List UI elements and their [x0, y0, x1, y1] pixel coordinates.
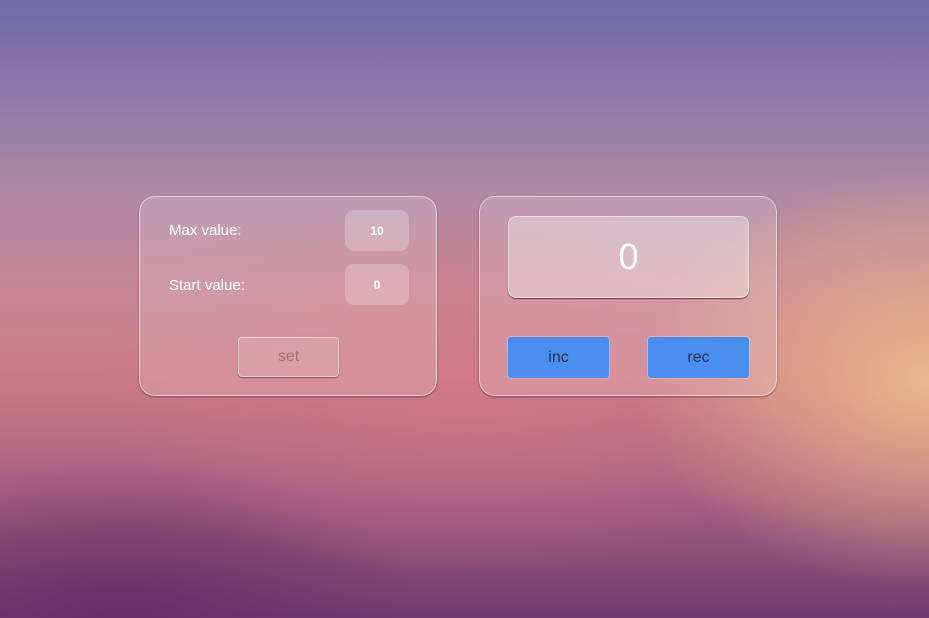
rec-button[interactable]: rec [648, 337, 749, 378]
set-button[interactable]: set [238, 337, 339, 377]
counter-display: 0 [508, 216, 749, 298]
start-value-input[interactable] [345, 264, 409, 305]
start-value-label: Start value: [169, 277, 245, 294]
max-value-label: Max value: [169, 222, 242, 239]
counter-panel: 0 inc rec [479, 196, 777, 396]
settings-panel: Max value: Start value: set [139, 196, 437, 396]
max-value-input[interactable] [345, 210, 409, 251]
inc-button[interactable]: inc [508, 337, 609, 378]
